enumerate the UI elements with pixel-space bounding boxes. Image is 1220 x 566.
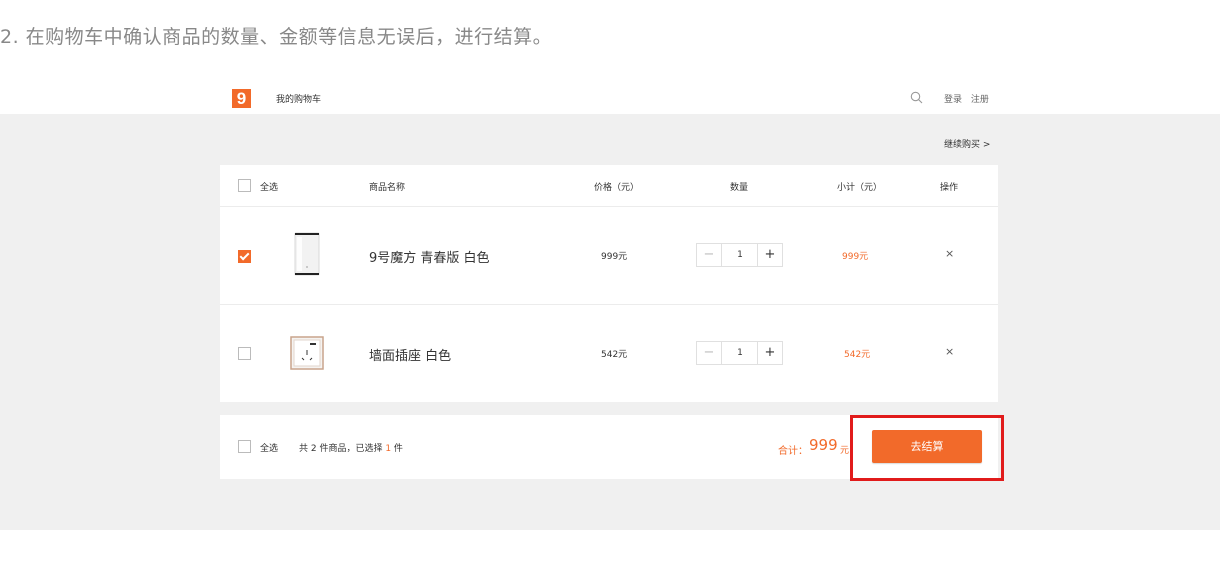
brand-logo[interactable]: 9 (232, 89, 251, 108)
total-label: 合计： (778, 446, 808, 457)
summary-prefix: 共 2 件商品，已选择 (299, 444, 386, 454)
product-name[interactable]: 墙面插座 白色 (369, 345, 451, 364)
quantity-input[interactable]: 1 (722, 244, 758, 266)
quantity-input[interactable]: 1 (722, 342, 758, 364)
product-image-socket[interactable] (290, 336, 324, 370)
table-header: 全选 商品名称 价格（元） 数量 小计（元） 操作 (220, 165, 998, 207)
footer-select-all-checkbox[interactable] (238, 440, 251, 453)
continue-shopping-link[interactable]: 继续购买 > (944, 137, 990, 150)
decrease-button[interactable]: − (697, 342, 722, 364)
summary-suffix: 件 (391, 444, 403, 454)
total-unit: 元 (840, 446, 850, 456)
quantity-stepper: − 1 + (696, 341, 783, 365)
product-subtotal: 542元 (844, 350, 871, 360)
search-icon[interactable] (910, 91, 923, 104)
increase-button[interactable]: + (757, 342, 782, 364)
checkout-bar: 全选 共 2 件商品，已选择 1 件 合计： 999 元 去结算 (220, 415, 998, 479)
product-subtotal: 999元 (842, 252, 869, 262)
register-link[interactable]: 注册 (971, 95, 989, 105)
login-link[interactable]: 登录 (944, 95, 962, 105)
table-row: 9号魔方 青春版 白色 999元 − 1 + 999元 × (220, 207, 998, 305)
total-amount: 999 (809, 436, 838, 454)
remove-item-button[interactable]: × (945, 247, 954, 260)
instruction-text: 2. 在购物车中确认商品的数量、金额等信息无误后，进行结算。 (0, 26, 553, 48)
header-price: 价格（元） (594, 183, 640, 193)
select-all-checkbox[interactable] (238, 179, 251, 192)
top-navigation: 9 我的购物车 登录 注册 (220, 84, 998, 114)
checkout-button[interactable]: 去结算 (872, 430, 982, 463)
header-action: 操作 (940, 183, 959, 193)
item-checkbox[interactable] (238, 347, 251, 360)
header-quantity: 数量 (730, 183, 749, 193)
item-checkbox[interactable] (238, 250, 251, 263)
quantity-stepper: − 1 + (696, 243, 783, 267)
increase-button[interactable]: + (757, 244, 782, 266)
select-all-label: 全选 (260, 183, 279, 193)
header-subtotal: 小计（元） (837, 183, 883, 193)
table-row: 墙面插座 白色 542元 − 1 + 542元 × (220, 305, 998, 402)
auth-links: 登录 注册 (944, 92, 995, 105)
decrease-button[interactable]: − (697, 244, 722, 266)
product-name[interactable]: 9号魔方 青春版 白色 (369, 247, 490, 266)
product-price: 542元 (601, 350, 628, 360)
product-image-cube[interactable] (292, 229, 322, 279)
cart-table: 全选 商品名称 价格（元） 数量 小计（元） 操作 9号魔方 青春版 白色 99… (220, 165, 998, 402)
selection-summary: 共 2 件商品，已选择 1 件 (299, 441, 403, 454)
remove-item-button[interactable]: × (945, 345, 954, 358)
footer-select-all-label: 全选 (260, 444, 279, 454)
page-title: 我的购物车 (276, 95, 322, 105)
product-price: 999元 (601, 252, 628, 262)
header-product-name: 商品名称 (369, 183, 406, 193)
